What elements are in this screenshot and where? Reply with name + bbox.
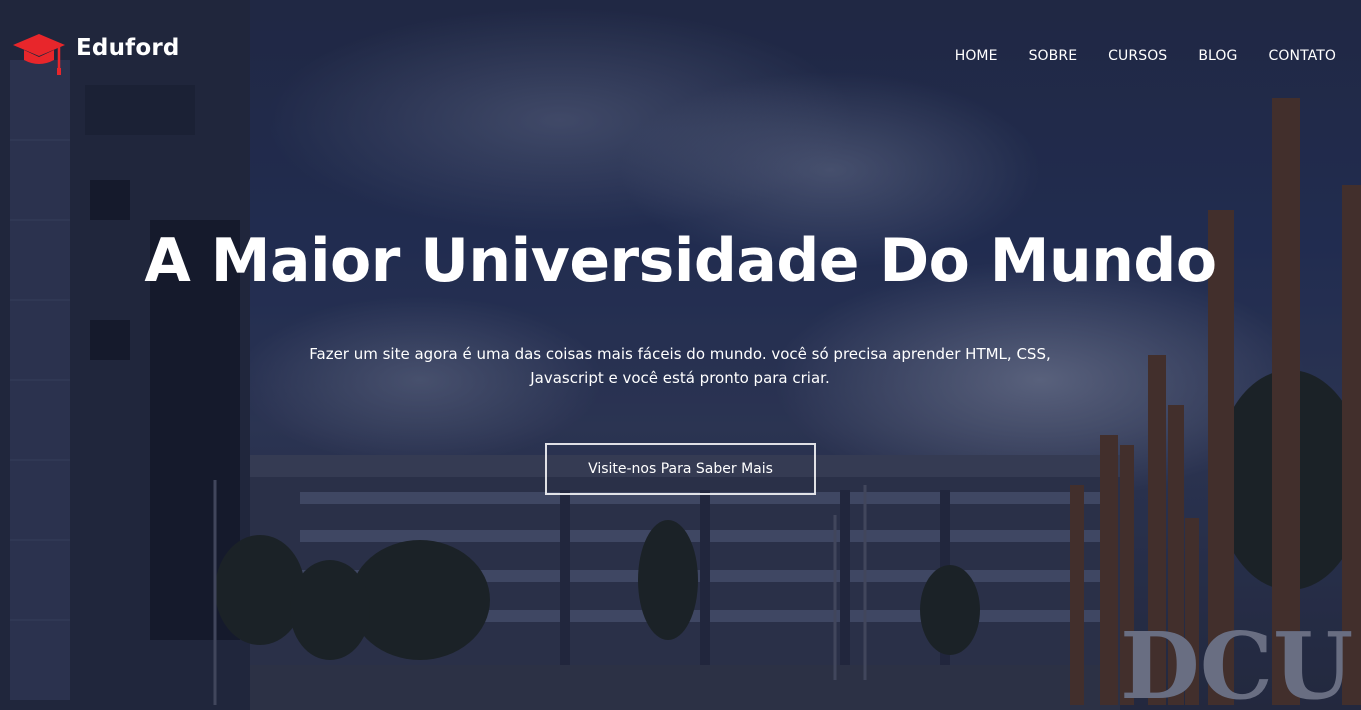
visit-us-button[interactable]: Visite-nos Para Saber Mais (545, 443, 816, 495)
hero-subtitle: Fazer um site agora é uma das coisas mai… (280, 342, 1080, 390)
nav-item-cursos[interactable]: CURSOS (1108, 48, 1167, 64)
hero-subtitle-line-1: Fazer um site agora é uma das coisas mai… (309, 345, 1051, 363)
brand-name: Eduford (76, 35, 180, 61)
nav-item-blog[interactable]: BLOG (1198, 48, 1237, 64)
main-navigation: HOME SOBRE CURSOS BLOG CONTATO (955, 48, 1336, 64)
hero-subtitle-line-2: Javascript e você está pronto para criar… (530, 369, 830, 387)
nav-item-contato[interactable]: CONTATO (1269, 48, 1337, 64)
nav-item-home[interactable]: HOME (955, 48, 998, 64)
brand-logo[interactable]: Eduford (12, 32, 180, 76)
hero-section: DCU Eduford HOME SOBRE CURSOS BLOG CONTA… (0, 0, 1361, 710)
graduation-cap-icon (13, 34, 65, 75)
hero-title: A Maior Universidade Do Mundo (144, 226, 1217, 296)
nav-item-sobre[interactable]: SOBRE (1029, 48, 1078, 64)
